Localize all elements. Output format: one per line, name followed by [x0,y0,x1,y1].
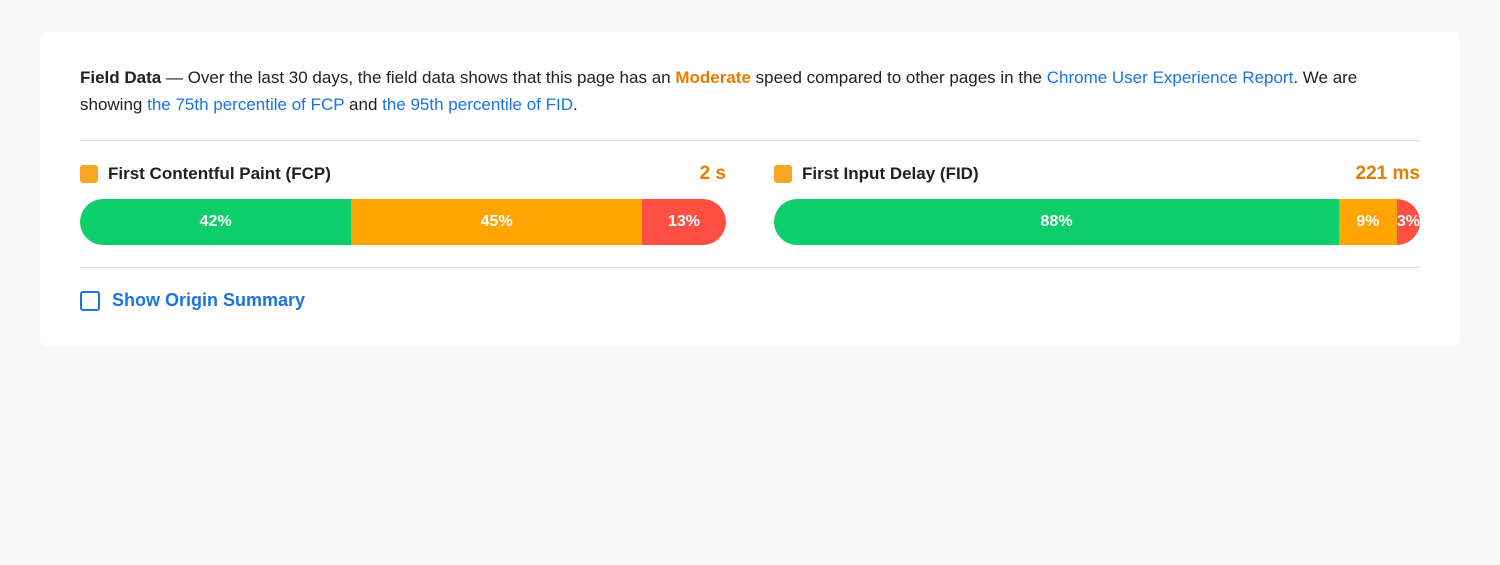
fid-bar-green: 88% [774,199,1339,245]
description-prefix: — Over the last 30 days, the field data … [161,68,675,87]
fcp-header: First Contentful Paint (FCP) 2 s [80,163,726,185]
percentile-fid-link[interactable]: the 95th percentile of FID [382,95,573,114]
fid-header: First Input Delay (FID) 221 ms [774,163,1420,185]
fcp-value: 2 s [700,163,726,185]
fid-bar: 88% 9% 3% [774,199,1420,245]
show-origin-row[interactable]: Show Origin Summary [80,290,1420,311]
fid-card: First Input Delay (FID) 221 ms 88% 9% 3% [774,163,1420,245]
divider-top [80,140,1420,141]
fcp-bar: 42% 45% 13% [80,199,726,245]
show-origin-checkbox[interactable] [80,291,100,311]
fcp-title-group: First Contentful Paint (FCP) [80,164,331,184]
fid-icon [774,165,792,183]
metrics-row: First Contentful Paint (FCP) 2 s 42% 45%… [80,163,1420,245]
description-end: . [573,95,578,114]
fcp-bar-red: 13% [642,199,726,245]
fcp-title: First Contentful Paint (FCP) [108,164,331,184]
field-data-label: Field Data [80,68,161,87]
fid-title: First Input Delay (FID) [802,164,979,184]
moderate-label: Moderate [675,68,751,87]
fcp-card: First Contentful Paint (FCP) 2 s 42% 45%… [80,163,726,245]
main-container: Field Data — Over the last 30 days, the … [40,32,1460,347]
description-middle: speed compared to other pages in the [751,68,1047,87]
fid-title-group: First Input Delay (FID) [774,164,979,184]
chrome-uer-link[interactable]: Chrome User Experience Report [1047,68,1294,87]
fid-bar-red: 3% [1397,199,1420,245]
percentile-fcp-link[interactable]: the 75th percentile of FCP [147,95,344,114]
divider-bottom [80,267,1420,268]
field-data-description: Field Data — Over the last 30 days, the … [80,64,1420,118]
fid-value: 221 ms [1356,163,1420,185]
fcp-icon [80,165,98,183]
show-origin-label[interactable]: Show Origin Summary [112,290,305,311]
fid-bar-orange: 9% [1339,199,1397,245]
description-and: and [344,95,382,114]
fcp-bar-green: 42% [80,199,351,245]
fcp-bar-orange: 45% [351,199,642,245]
